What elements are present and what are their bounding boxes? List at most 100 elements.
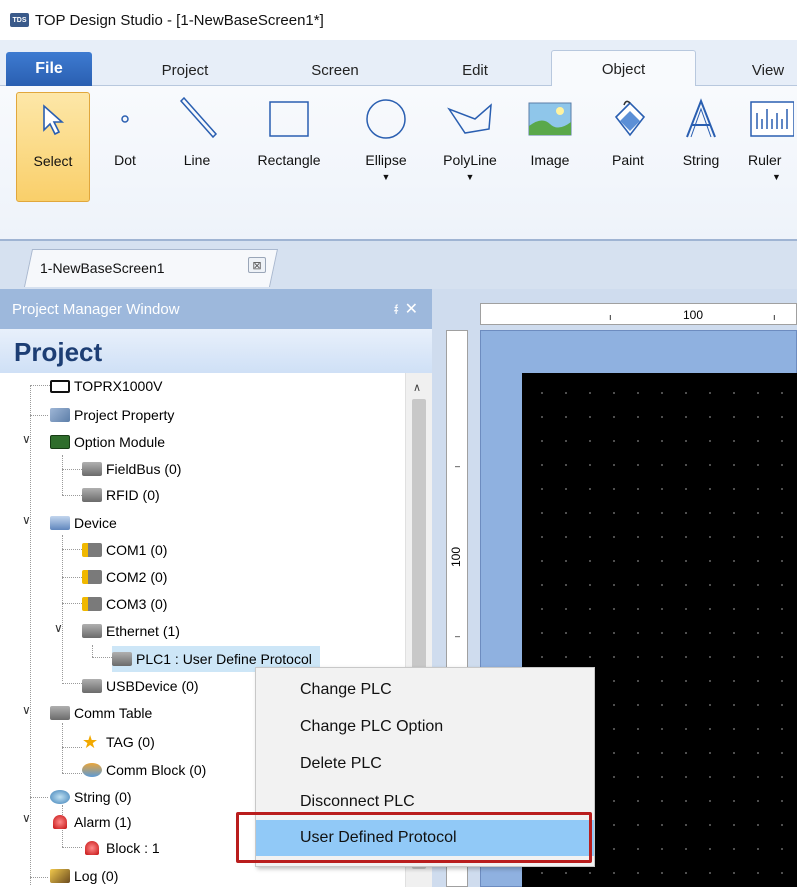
serial-port-icon xyxy=(82,597,102,611)
ellipse-button[interactable]: Ellipse ▼ xyxy=(354,92,418,202)
tree-item-log[interactable]: Log (0) xyxy=(50,863,118,887)
horizontal-ruler: ı 100 ı xyxy=(480,303,797,325)
title-bar: TDS TOP Design Studio - [1-NewBaseScreen… xyxy=(0,0,797,40)
properties-icon xyxy=(50,408,70,422)
tree-item-toprx[interactable]: TOPRX1000V xyxy=(50,373,162,399)
tab-project[interactable]: Project xyxy=(140,54,230,86)
tab-screen[interactable]: Screen xyxy=(290,54,380,86)
log-pencil-icon xyxy=(50,869,70,883)
select-button[interactable]: Select xyxy=(16,92,90,202)
device-box-icon xyxy=(82,488,102,502)
polyline-button[interactable]: PolyLine ▼ xyxy=(430,92,510,202)
comm-table-expand-icon[interactable]: ∨ xyxy=(22,703,31,717)
polyline-icon xyxy=(445,94,495,144)
close-icon[interactable]: ✕ xyxy=(405,299,418,319)
tree-label: Device xyxy=(74,515,117,531)
tree-item-project-property[interactable]: Project Property xyxy=(50,402,174,428)
menu-item-change-plc[interactable]: Change PLC xyxy=(256,672,594,708)
paint-button[interactable]: Paint xyxy=(598,92,658,202)
string-button[interactable]: String xyxy=(668,92,734,202)
tab-view[interactable]: View xyxy=(738,54,797,86)
alarm-expand-icon[interactable]: ∨ xyxy=(22,811,31,825)
ribbon-panel: Select Dot Line Rectangle Ellipse ▼ Poly… xyxy=(0,86,797,241)
tab-object[interactable]: Object xyxy=(551,50,696,87)
dot-label: Dot xyxy=(114,152,136,168)
tree-item-option-module[interactable]: Option Module xyxy=(50,429,165,455)
ethernet-icon xyxy=(82,624,102,638)
ruler-label: Ruler xyxy=(748,152,782,168)
tree-item-string[interactable]: String (0) xyxy=(50,784,132,810)
menu-item-change-plc-option[interactable]: Change PLC Option xyxy=(256,709,594,745)
ellipse-dropdown-icon[interactable]: ▼ xyxy=(382,172,391,182)
device-box-icon xyxy=(82,462,102,476)
menu-item-delete-plc[interactable]: Delete PLC xyxy=(256,746,594,782)
line-icon xyxy=(172,94,222,144)
plc-icon xyxy=(112,652,132,666)
project-heading: Project xyxy=(0,329,432,373)
device-folder-icon xyxy=(50,516,70,530)
alarm-light-icon xyxy=(53,815,67,829)
scroll-up-icon[interactable]: ∧ xyxy=(413,381,421,394)
tree-label: COM2 (0) xyxy=(106,569,168,585)
window-title: TOP Design Studio - [1-NewBaseScreen1*] xyxy=(35,11,324,29)
tree-item-fieldbus[interactable]: FieldBus (0) xyxy=(82,456,181,482)
tree-item-rfid[interactable]: RFID (0) xyxy=(82,482,160,508)
ellipse-icon xyxy=(361,94,411,144)
dot-icon xyxy=(100,94,150,144)
device-expand-icon[interactable]: ∨ xyxy=(22,513,31,527)
tree-item-block[interactable]: Block : 1 xyxy=(82,835,160,861)
monitor-icon xyxy=(50,379,70,393)
rectangle-button[interactable]: Rectangle xyxy=(244,92,334,202)
rectangle-icon xyxy=(264,94,314,144)
polyline-dropdown-icon[interactable]: ▼ xyxy=(466,172,475,182)
tree-item-com1[interactable]: COM1 (0) xyxy=(82,537,167,563)
tree-label: USBDevice (0) xyxy=(106,678,199,694)
ethernet-expand-icon[interactable]: ∨ xyxy=(54,621,63,635)
app-logo-icon: TDS xyxy=(10,13,29,27)
tree-label: Comm Table xyxy=(74,705,153,721)
ellipse-label: Ellipse xyxy=(365,152,407,168)
tree-label: FieldBus (0) xyxy=(106,461,182,477)
string-label: String xyxy=(682,152,720,168)
serial-port-icon xyxy=(82,570,102,584)
tree-item-tag[interactable]: ★ TAG (0) xyxy=(82,729,155,755)
ruler-left-label: 100 xyxy=(449,547,463,568)
tree-item-alarm[interactable]: Alarm (1) xyxy=(50,809,132,835)
option-module-expand-icon[interactable]: ∨ xyxy=(22,432,31,446)
paint-bucket-icon xyxy=(603,94,653,144)
document-tab-close-icon[interactable]: ⊠ xyxy=(248,257,266,273)
dot-button[interactable]: Dot xyxy=(100,92,150,202)
image-icon xyxy=(525,94,575,144)
tree-item-usbdevice[interactable]: USBDevice (0) xyxy=(82,673,199,699)
line-button[interactable]: Line xyxy=(170,92,224,202)
polyline-label: PolyLine xyxy=(443,152,497,168)
tree-label: Block : 1 xyxy=(106,840,160,856)
tab-edit[interactable]: Edit xyxy=(440,54,510,86)
tree-item-comm-block[interactable]: Comm Block (0) xyxy=(82,757,206,783)
comm-block-icon xyxy=(82,763,102,777)
tree-item-com2[interactable]: COM2 (0) xyxy=(82,564,167,590)
line-label: Line xyxy=(183,152,211,168)
serial-port-icon xyxy=(82,543,102,557)
file-tab[interactable]: File xyxy=(6,52,92,86)
tree-label: TAG (0) xyxy=(106,734,155,750)
usb-device-icon xyxy=(82,679,102,693)
ruler-top-label: 100 xyxy=(683,308,704,322)
paint-label: Paint xyxy=(612,152,644,168)
tree-item-com3[interactable]: COM3 (0) xyxy=(82,591,167,617)
module-board-icon xyxy=(50,435,70,449)
document-tab-label[interactable]: 1-NewBaseScreen1 xyxy=(40,260,165,276)
tree-item-device[interactable]: Device xyxy=(50,510,117,536)
string-letter-icon xyxy=(676,94,726,144)
tree-item-ethernet[interactable]: Ethernet (1) xyxy=(82,618,180,644)
tree-item-comm-table[interactable]: Comm Table xyxy=(50,700,152,726)
tree-label: String (0) xyxy=(74,789,132,805)
tree-label: Comm Block (0) xyxy=(106,762,207,778)
ruler-dropdown-icon[interactable]: ▼ xyxy=(772,172,781,182)
image-button[interactable]: Image xyxy=(520,92,580,202)
tree-label: Project Property xyxy=(74,407,175,423)
ruler-button[interactable]: Ruler ▼ xyxy=(748,92,797,202)
project-manager-header: Project Manager Window ᵮ ✕ xyxy=(0,289,432,329)
ruler-icon xyxy=(748,94,797,144)
pin-icon[interactable]: ᵮ xyxy=(394,302,398,317)
